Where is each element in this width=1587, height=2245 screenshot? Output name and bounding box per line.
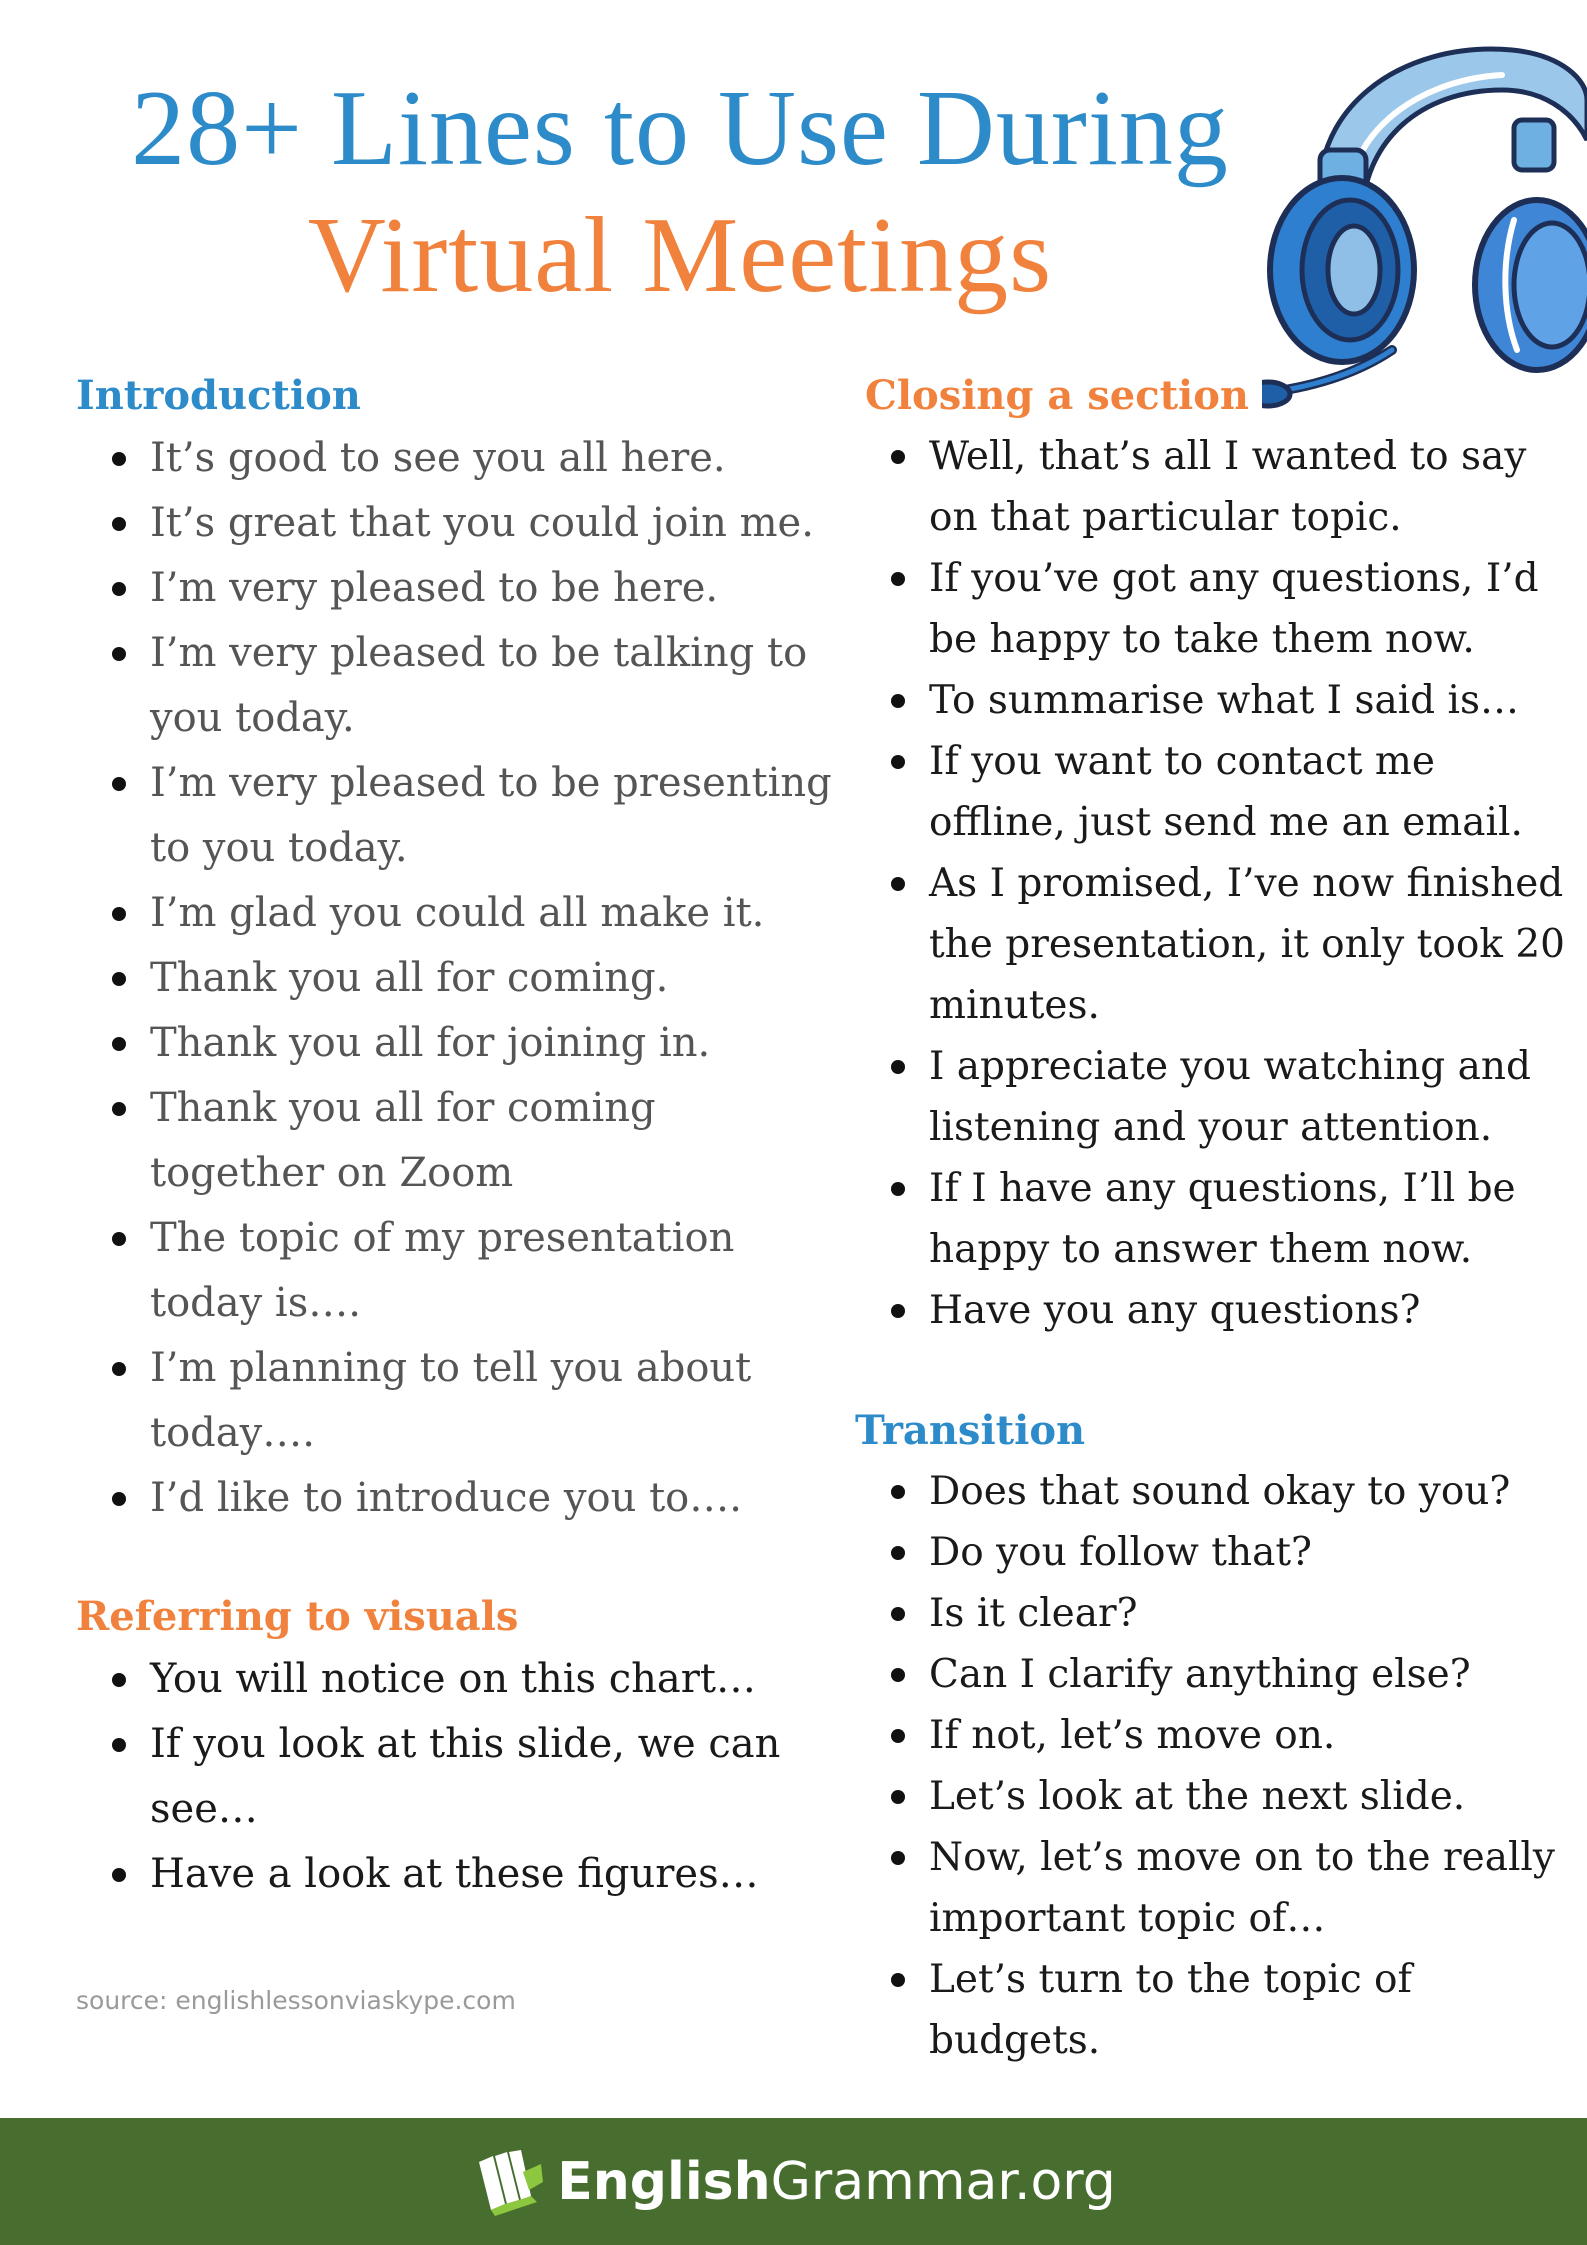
list-item: Is it clear? xyxy=(855,1583,1575,1644)
list-item: I appreciate you watching and listening … xyxy=(855,1036,1575,1158)
title-line-2: Virtual Meetings xyxy=(307,195,1053,315)
list-item: Does that sound okay to you? xyxy=(855,1461,1575,1522)
list-item: It’s great that you could join me. xyxy=(76,491,836,556)
left-column: Introduction It’s good to see you all he… xyxy=(76,370,836,1907)
transition-heading: Transition xyxy=(855,1407,1086,1454)
list-item: If not, let’s move on. xyxy=(855,1705,1575,1766)
list-item: Thank you all for coming. xyxy=(76,946,836,1011)
source-note: source: englishlessonviaskype.com xyxy=(76,1986,516,2015)
page-title: 28+ Lines to Use During Virtual Meetings xyxy=(0,69,1360,316)
introduction-heading: Introduction xyxy=(76,372,361,419)
list-item: I’m planning to tell you about today…. xyxy=(76,1336,836,1466)
list-item: I’d like to introduce you to…. xyxy=(76,1466,836,1531)
list-item: If you want to contact me offline, just … xyxy=(855,731,1575,853)
footer-bar: EnglishGrammar.org xyxy=(0,2118,1587,2245)
list-item: It’s good to see you all here. xyxy=(76,426,836,491)
list-item: Well, that’s all I wanted to say on that… xyxy=(855,426,1575,548)
brand-name: EnglishGrammar.org xyxy=(557,2152,1116,2212)
brand-logo[interactable]: EnglishGrammar.org xyxy=(0,2118,1587,2245)
list-item: Have you any questions? xyxy=(855,1280,1575,1341)
list-item: Thank you all for joining in. xyxy=(76,1011,836,1076)
right-column: Closing a section Well, that’s all I wan… xyxy=(855,370,1575,2071)
list-item: I’m glad you could all make it. xyxy=(76,881,836,946)
list-item: Now, let’s move on to the really importa… xyxy=(855,1827,1575,1949)
list-item: If you look at this slide, we can see… xyxy=(76,1712,836,1842)
closing-heading: Closing a section xyxy=(865,372,1250,419)
headset-icon xyxy=(1262,46,1587,409)
list-item: Let’s look at the next slide. xyxy=(855,1766,1575,1827)
list-item: Do you follow that? xyxy=(855,1522,1575,1583)
books-icon xyxy=(479,2149,544,2216)
brand-name-regular: Grammar.org xyxy=(770,2151,1116,2212)
list-item: If you’ve got any questions, I’d be happ… xyxy=(855,548,1575,670)
list-item: I’m very pleased to be talking to you to… xyxy=(76,621,836,751)
introduction-list: It’s good to see you all here. It’s grea… xyxy=(76,426,836,1531)
list-item: To summarise what I said is… xyxy=(855,670,1575,731)
list-item: I’m very pleased to be here. xyxy=(76,556,836,621)
list-item: Thank you all for coming together on Zoo… xyxy=(76,1076,836,1206)
list-item: If I have any questions, I’ll be happy t… xyxy=(855,1158,1575,1280)
visuals-list: You will notice on this chart… If you lo… xyxy=(76,1647,836,1907)
list-item: The topic of my presentation today is…. xyxy=(76,1206,836,1336)
list-item: Let’s turn to the topic of budgets. xyxy=(855,1949,1575,2071)
brand-name-bold: English xyxy=(557,2151,771,2212)
list-item: You will notice on this chart… xyxy=(76,1647,836,1712)
list-item: I’m very pleased to be presenting to you… xyxy=(76,751,836,881)
list-item: Have a look at these figures… xyxy=(76,1842,836,1907)
title-line-1: 28+ Lines to Use During xyxy=(131,69,1229,188)
visuals-heading: Referring to visuals xyxy=(76,1593,519,1640)
list-item: As I promised, I’ve now finished the pre… xyxy=(855,853,1575,1036)
list-item: Can I clarify anything else? xyxy=(855,1644,1575,1705)
closing-list: Well, that’s all I wanted to say on that… xyxy=(855,426,1575,1341)
transition-list: Does that sound okay to you? Do you foll… xyxy=(855,1461,1575,2071)
